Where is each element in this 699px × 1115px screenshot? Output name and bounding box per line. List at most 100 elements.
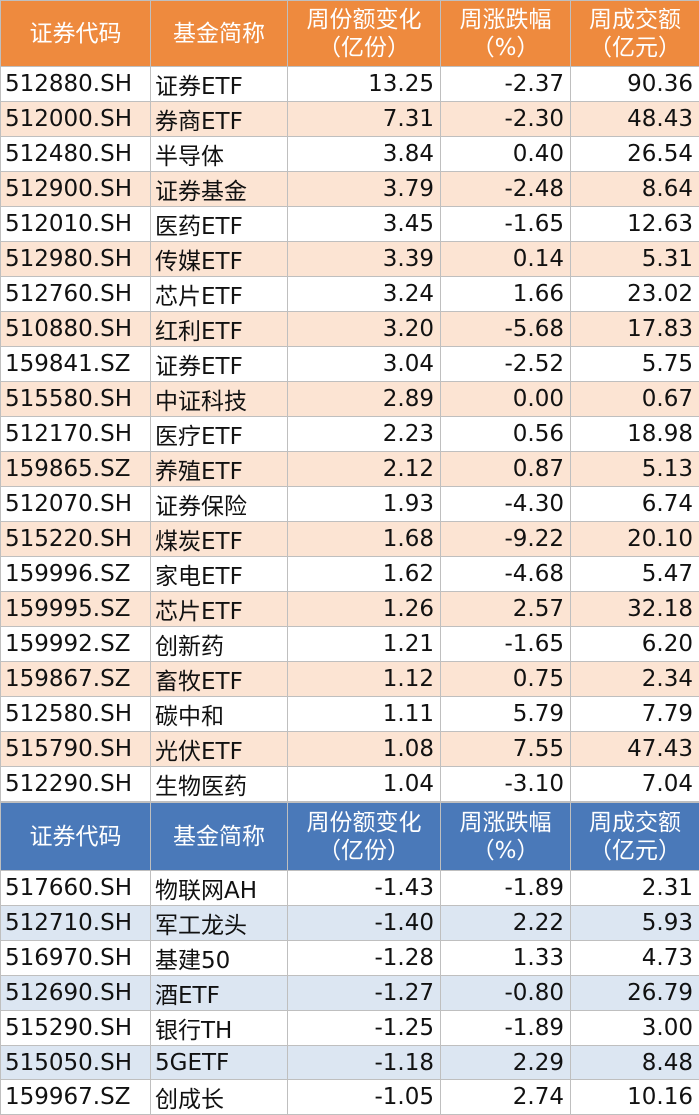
table-row: 512070.SH证券保险1.93-4.306.74 [1, 487, 699, 522]
table-row: 512710.SH军工龙头-1.402.225.93 [1, 906, 699, 941]
table-row: 515790.SH光伏ETF1.087.5547.43 [1, 732, 699, 767]
cell-code: 512880.SH [1, 67, 151, 102]
cell-share-change: 2.89 [288, 382, 441, 417]
cell-code: 159865.SZ [1, 452, 151, 487]
cell-code: 512580.SH [1, 697, 151, 732]
header-pct-change: 周涨跌幅 （%） [441, 803, 571, 871]
cell-turnover: 48.43 [571, 102, 699, 137]
header-turnover: 周成交额 （亿元） [571, 803, 699, 871]
table-row: 512580.SH碳中和1.115.797.79 [1, 697, 699, 732]
header-share-change-line1: 周份额变化 [288, 809, 440, 837]
cell-code: 159995.SZ [1, 592, 151, 627]
cell-turnover: 26.79 [571, 976, 699, 1011]
cell-name: 基建50 [151, 941, 288, 976]
header-share-change: 周份额变化 （亿份） [288, 1, 441, 67]
cell-pct-change: 0.14 [441, 242, 571, 277]
table-row: 159996.SZ家电ETF1.62-4.685.47 [1, 557, 699, 592]
cell-share-change: 1.08 [288, 732, 441, 767]
cell-name: 芯片ETF [151, 277, 288, 312]
cell-name: 半导体 [151, 137, 288, 172]
cell-share-change: 3.79 [288, 172, 441, 207]
table-row: 515050.SH5GETF-1.182.298.48 [1, 1046, 699, 1080]
cell-share-change: 3.45 [288, 207, 441, 242]
cell-share-change: 3.04 [288, 347, 441, 382]
cell-name: 医疗ETF [151, 417, 288, 452]
header-pct-change: 周涨跌幅 （%） [441, 1, 571, 67]
cell-share-change: -1.27 [288, 976, 441, 1011]
header-code: 证券代码 [1, 1, 151, 67]
cell-code: 512480.SH [1, 137, 151, 172]
cell-turnover: 2.31 [571, 871, 699, 906]
cell-code: 515050.SH [1, 1046, 151, 1080]
cell-code: 512690.SH [1, 976, 151, 1011]
cell-name: 5GETF [151, 1046, 288, 1080]
cell-name: 煤炭ETF [151, 522, 288, 557]
cell-name: 芯片ETF [151, 592, 288, 627]
table-row: 512170.SH医疗ETF2.230.5618.98 [1, 417, 699, 452]
table-row: 159995.SZ芯片ETF1.262.5732.18 [1, 592, 699, 627]
header-share-change: 周份额变化 （亿份） [288, 803, 441, 871]
cell-name: 证券ETF [151, 67, 288, 102]
cell-code: 512070.SH [1, 487, 151, 522]
cell-share-change: 1.26 [288, 592, 441, 627]
outflow-table: 证券代码 基金简称 周份额变化 （亿份） 周涨跌幅 （%） 周成交额 （亿元） … [0, 802, 699, 1115]
table-row: 512690.SH酒ETF-1.27-0.8026.79 [1, 976, 699, 1011]
cell-code: 510880.SH [1, 312, 151, 347]
table-row: 512760.SH芯片ETF3.241.6623.02 [1, 277, 699, 312]
cell-share-change: 2.12 [288, 452, 441, 487]
cell-pct-change: -1.65 [441, 627, 571, 662]
cell-pct-change: 0.56 [441, 417, 571, 452]
header-share-change-line2: （亿份） [288, 837, 440, 865]
table-row: 512000.SH券商ETF7.31-2.3048.43 [1, 102, 699, 137]
cell-pct-change: -1.89 [441, 1011, 571, 1046]
cell-share-change: 3.24 [288, 277, 441, 312]
cell-share-change: 3.84 [288, 137, 441, 172]
table-row: 159841.SZ证券ETF3.04-2.525.75 [1, 347, 699, 382]
cell-pct-change: -5.68 [441, 312, 571, 347]
cell-code: 512980.SH [1, 242, 151, 277]
cell-name: 光伏ETF [151, 732, 288, 767]
cell-code: 159841.SZ [1, 347, 151, 382]
table-header-row: 证券代码 基金简称 周份额变化 （亿份） 周涨跌幅 （%） 周成交额 （亿元） [1, 803, 699, 871]
cell-turnover: 5.13 [571, 452, 699, 487]
cell-code: 512170.SH [1, 417, 151, 452]
cell-pct-change: -2.37 [441, 67, 571, 102]
cell-turnover: 26.54 [571, 137, 699, 172]
cell-pct-change: -1.65 [441, 207, 571, 242]
cell-turnover: 20.10 [571, 522, 699, 557]
table-row: 159867.SZ畜牧ETF1.120.752.34 [1, 662, 699, 697]
cell-share-change: -1.28 [288, 941, 441, 976]
cell-code: 159992.SZ [1, 627, 151, 662]
cell-code: 512900.SH [1, 172, 151, 207]
cell-code: 512000.SH [1, 102, 151, 137]
cell-code: 515580.SH [1, 382, 151, 417]
table-row: 159967.SZ创成长-1.052.7410.16 [1, 1080, 699, 1115]
cell-turnover: 0.67 [571, 382, 699, 417]
cell-share-change: -1.25 [288, 1011, 441, 1046]
cell-name: 碳中和 [151, 697, 288, 732]
cell-share-change: -1.05 [288, 1080, 441, 1115]
cell-name: 酒ETF [151, 976, 288, 1011]
cell-pct-change: 5.79 [441, 697, 571, 732]
cell-pct-change: -3.10 [441, 767, 571, 802]
header-pct-change-line1: 周涨跌幅 [441, 809, 570, 837]
cell-pct-change: -2.52 [441, 347, 571, 382]
table-row: 516970.SH基建50-1.281.334.73 [1, 941, 699, 976]
inflow-table: 证券代码 基金简称 周份额变化 （亿份） 周涨跌幅 （%） 周成交额 （亿元） … [0, 0, 699, 802]
header-turnover-line2: （亿元） [571, 837, 699, 865]
cell-name: 证券ETF [151, 347, 288, 382]
cell-share-change: 3.39 [288, 242, 441, 277]
cell-turnover: 7.04 [571, 767, 699, 802]
header-turnover-line2: （亿元） [571, 34, 699, 62]
cell-pct-change: -1.89 [441, 871, 571, 906]
cell-code: 512760.SH [1, 277, 151, 312]
cell-pct-change: 0.40 [441, 137, 571, 172]
header-turnover-line1: 周成交额 [571, 809, 699, 837]
cell-code: 512710.SH [1, 906, 151, 941]
header-name: 基金简称 [151, 803, 288, 871]
cell-turnover: 7.79 [571, 697, 699, 732]
cell-turnover: 3.00 [571, 1011, 699, 1046]
cell-pct-change: 0.00 [441, 382, 571, 417]
cell-code: 516970.SH [1, 941, 151, 976]
cell-share-change: 1.62 [288, 557, 441, 592]
